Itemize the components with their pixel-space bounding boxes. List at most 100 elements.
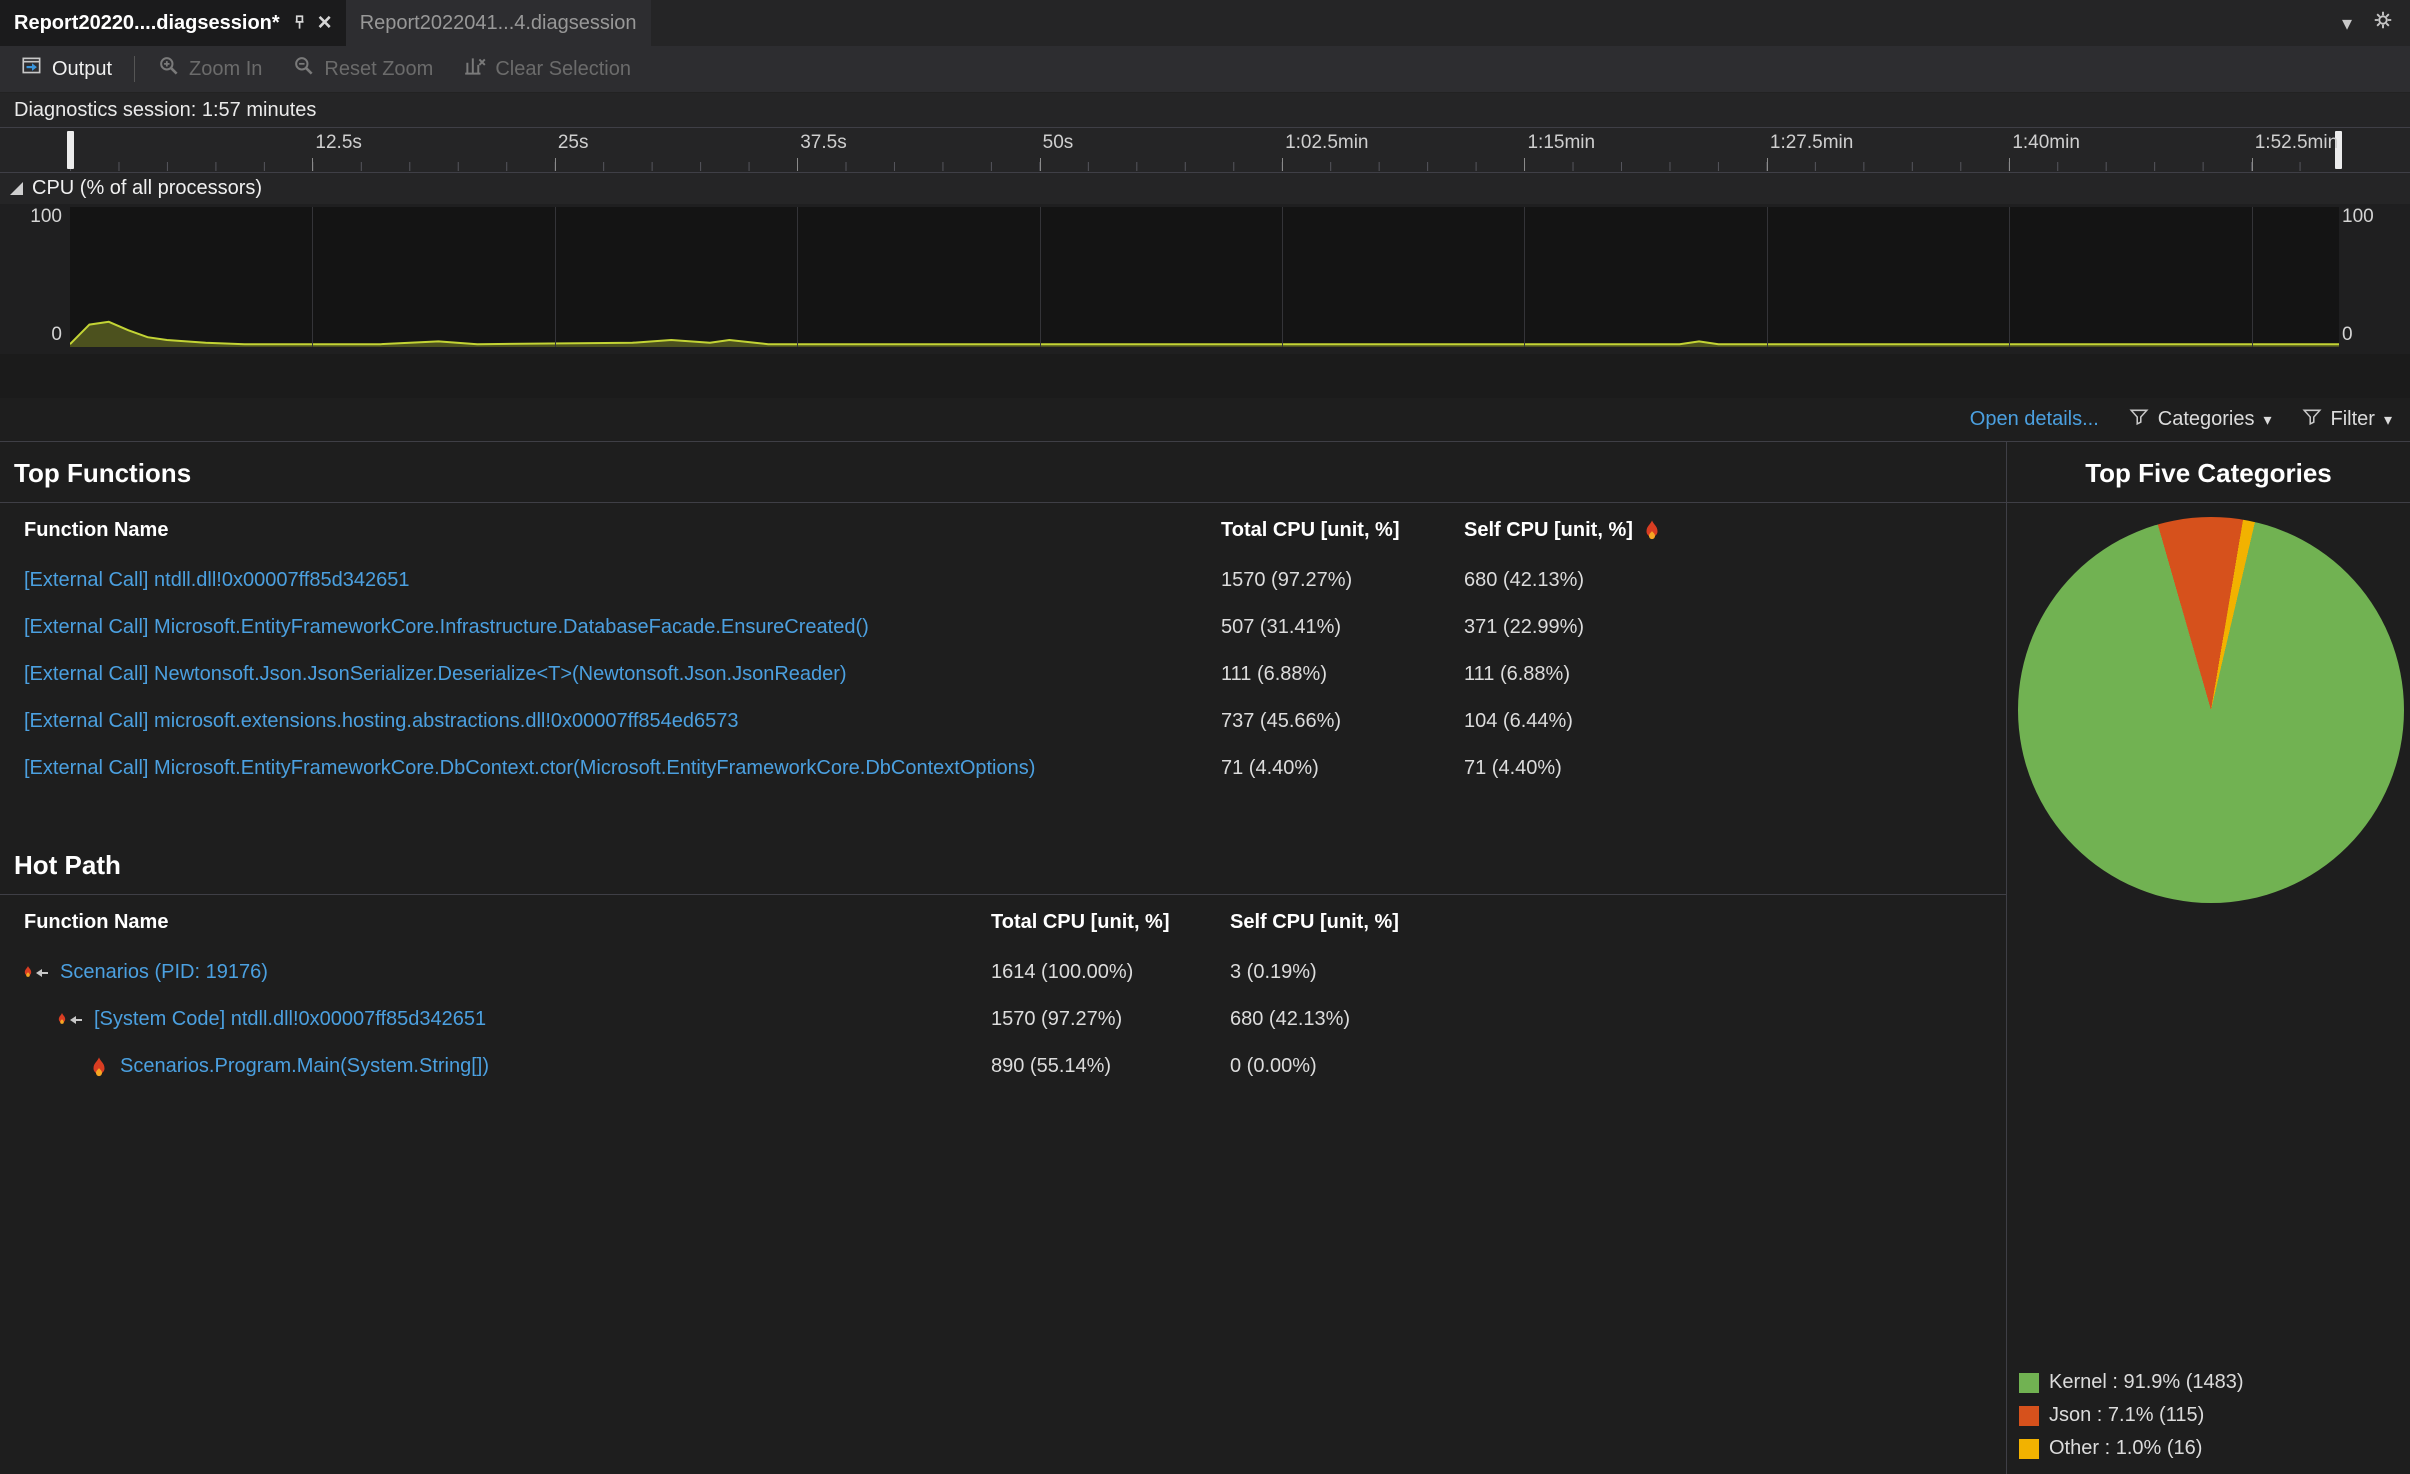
table-row: [External Call] ntdll.dll!0x00007ff85d34… bbox=[0, 557, 2006, 604]
function-link[interactable]: [External Call] microsoft.extensions.hos… bbox=[24, 710, 739, 733]
chart-gap bbox=[0, 354, 2410, 398]
report-toolbar: Output Zoom In Reset Zoom Clear Selectio… bbox=[0, 46, 2410, 93]
zoom-in-button[interactable]: Zoom In bbox=[149, 50, 270, 88]
legend-item: Other : 1.0% (16) bbox=[2019, 1437, 2410, 1460]
chart-gridline bbox=[1282, 207, 1284, 347]
filter-dropdown[interactable]: Filter ▾ bbox=[2301, 407, 2392, 433]
clear-selection-icon bbox=[463, 54, 487, 84]
function-link[interactable]: [External Call] Newtonsoft.Json.JsonSeri… bbox=[24, 663, 847, 686]
column-header-function-name[interactable]: Function Name bbox=[0, 519, 1221, 542]
categories-panel: Top Five Categories Kernel : 91.9% (1483… bbox=[2006, 442, 2410, 1474]
y-axis-max-left: 100 bbox=[30, 206, 62, 227]
ruler-major-tick bbox=[554, 158, 556, 171]
ruler-major-tick bbox=[2251, 158, 2253, 171]
ruler-tick-label: 1:40min bbox=[2012, 132, 2080, 153]
self-cpu-value: 104 (6.44%) bbox=[1464, 710, 1573, 732]
column-header-function-name[interactable]: Function Name bbox=[0, 911, 991, 934]
column-header-self-cpu[interactable]: Self CPU [unit, %] bbox=[1464, 519, 2006, 542]
y-axis-min-right: 0 bbox=[2342, 324, 2353, 345]
function-link[interactable]: [External Call] ntdll.dll!0x00007ff85d34… bbox=[24, 569, 409, 592]
tab-bar-controls: ▾ bbox=[2342, 0, 2410, 46]
legend-label: Other : 1.0% (16) bbox=[2049, 1437, 2203, 1459]
total-cpu-value: 1570 (97.27%) bbox=[1221, 569, 1353, 591]
column-header-self-cpu[interactable]: Self CPU [unit, %] bbox=[1230, 911, 2006, 934]
zoom-in-icon bbox=[157, 54, 181, 84]
self-cpu-value: 111 (6.88%) bbox=[1464, 663, 1570, 685]
ruler-ticks: 12.5s 25s 37.5s 50s 1:02.5min 1:15min 1:27.5mi… bbox=[67, 128, 2342, 172]
ruler-tick-label: 1:02.5min bbox=[1285, 132, 1369, 153]
chart-gridline bbox=[1039, 207, 1041, 347]
chart-gridline bbox=[312, 207, 314, 347]
table-row: Scenarios.Program.Main(System.String[]) … bbox=[0, 1043, 2006, 1090]
total-cpu-value: 890 (55.14%) bbox=[991, 1055, 1112, 1077]
column-header-total-cpu[interactable]: Total CPU [unit, %] bbox=[991, 911, 1230, 934]
table-row: [System Code] ntdll.dll!0x00007ff85d3426… bbox=[0, 996, 2006, 1043]
cpu-series-line bbox=[70, 322, 2339, 344]
hot-path-section: Hot Path Function Name Total CPU [unit, … bbox=[0, 834, 2006, 1090]
hot-path-function-link[interactable]: [System Code] ntdll.dll!0x00007ff85d3426… bbox=[94, 1008, 486, 1031]
hot-path-flame-arrow-icon bbox=[54, 1010, 84, 1030]
self-cpu-value: 71 (4.40%) bbox=[1464, 757, 1562, 779]
pin-icon[interactable] bbox=[290, 14, 308, 32]
ruler-major-tick bbox=[2009, 158, 2011, 171]
cpu-chart-area: 100 0 100 0 bbox=[0, 204, 2410, 354]
cpu-section-header[interactable]: CPU (% of all processors) bbox=[0, 173, 2410, 204]
column-header-total-cpu[interactable]: Total CPU [unit, %] bbox=[1221, 519, 1464, 542]
hot-path-flame-arrow-icon bbox=[20, 963, 50, 983]
filter-funnel-icon bbox=[2129, 407, 2149, 433]
total-cpu-value: 737 (45.66%) bbox=[1221, 710, 1342, 732]
cpu-plot[interactable] bbox=[70, 207, 2339, 347]
hot-path-function-link[interactable]: Scenarios (PID: 19176) bbox=[60, 961, 268, 984]
flame-icon bbox=[1641, 519, 1663, 541]
reset-zoom-button[interactable]: Reset Zoom bbox=[284, 50, 441, 88]
categories-dropdown[interactable]: Categories ▾ bbox=[2129, 407, 2272, 433]
legend-item: Kernel : 91.9% (1483) bbox=[2019, 1371, 2410, 1394]
timeline-ruler[interactable]: 12.5s 25s 37.5s 50s 1:02.5min 1:15min 1:27.5mi… bbox=[0, 127, 2410, 173]
function-link[interactable]: [External Call] Microsoft.EntityFramewor… bbox=[24, 757, 1035, 780]
main-content: Top Functions Function Name Total CPU [u… bbox=[0, 442, 2410, 1474]
legend-label: Kernel : 91.9% (1483) bbox=[2049, 1371, 2244, 1393]
ruler-tick-label: 25s bbox=[557, 132, 589, 153]
tab-report-active[interactable]: Report20220....diagsession* × bbox=[0, 0, 346, 46]
clear-selection-button[interactable]: Clear Selection bbox=[455, 50, 639, 88]
details-filter-bar: Open details... Categories ▾ Filter ▾ bbox=[0, 398, 2410, 442]
ruler-tick-label: 12.5s bbox=[315, 132, 362, 153]
open-details-link[interactable]: Open details... bbox=[1970, 408, 2099, 431]
hot-path-function-link[interactable]: Scenarios.Program.Main(System.String[]) bbox=[120, 1055, 489, 1078]
ruler-major-tick bbox=[1766, 158, 1768, 171]
self-cpu-value: 680 (42.13%) bbox=[1464, 569, 1585, 591]
left-panel: Top Functions Function Name Total CPU [u… bbox=[0, 442, 2006, 1474]
flame-icon bbox=[88, 1056, 110, 1078]
chevron-down-icon[interactable]: ▾ bbox=[2342, 11, 2352, 36]
self-cpu-value: 371 (22.99%) bbox=[1464, 616, 1585, 638]
chart-gridline bbox=[797, 207, 799, 347]
filter-funnel-icon bbox=[2301, 407, 2322, 433]
legend-swatch bbox=[2019, 1405, 2039, 1426]
self-cpu-value: 3 (0.19%) bbox=[1230, 961, 1317, 983]
gear-icon[interactable] bbox=[2372, 9, 2394, 37]
table-row: [External Call] Microsoft.EntityFramewor… bbox=[0, 604, 2006, 651]
chevron-down-icon: ▾ bbox=[2383, 411, 2392, 429]
toolbar-separator bbox=[134, 56, 136, 82]
total-cpu-value: 111 (6.88%) bbox=[1221, 663, 1327, 685]
self-cpu-value: 0 (0.00%) bbox=[1230, 1055, 1317, 1077]
ruler-major-tick bbox=[1524, 158, 1526, 171]
total-cpu-value: 1570 (97.27%) bbox=[991, 1008, 1123, 1030]
top-functions-header-row: Function Name Total CPU [unit, %] Self C… bbox=[0, 503, 2006, 557]
total-cpu-value: 507 (31.41%) bbox=[1221, 616, 1342, 638]
legend-swatch bbox=[2019, 1372, 2039, 1393]
document-tab-bar: Report20220....diagsession* × Report2022… bbox=[0, 0, 2410, 46]
hot-path-title: Hot Path bbox=[0, 834, 2006, 895]
collapse-expander-icon[interactable] bbox=[10, 182, 23, 195]
chart-gridline bbox=[2009, 207, 2011, 347]
ruler-minor-ticks bbox=[70, 162, 2339, 171]
ruler-major-tick bbox=[1039, 158, 1041, 171]
selection-handle-left[interactable] bbox=[67, 131, 74, 169]
ruler-tick-label: 50s bbox=[1042, 132, 1074, 153]
close-icon[interactable]: × bbox=[318, 11, 332, 35]
function-link[interactable]: [External Call] Microsoft.EntityFramewor… bbox=[24, 616, 869, 639]
table-row: [External Call] Microsoft.EntityFramewor… bbox=[0, 745, 2006, 792]
tab-report-inactive[interactable]: Report2022041...4.diagsession bbox=[345, 0, 651, 46]
top-functions-title: Top Functions bbox=[0, 442, 2006, 503]
output-button[interactable]: Output bbox=[12, 50, 120, 88]
